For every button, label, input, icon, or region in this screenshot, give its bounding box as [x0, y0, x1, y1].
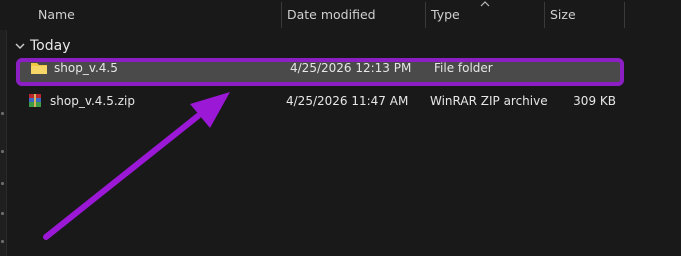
scroll-marker: [1, 212, 4, 215]
type-cell: File folder: [434, 61, 493, 75]
file-name: shop_v.4.5.zip: [50, 94, 135, 108]
sort-ascending-icon: [480, 1, 490, 7]
scroll-marker: [1, 112, 4, 115]
navigation-pane-edge[interactable]: [0, 0, 7, 256]
winrar-archive-icon: [29, 94, 41, 107]
scroll-marker: [1, 240, 4, 243]
column-header-size[interactable]: Size: [544, 0, 624, 30]
size-cell: 309 KB: [573, 94, 616, 108]
chevron-down-icon[interactable]: [14, 40, 26, 52]
type-cell: WinRAR ZIP archive: [430, 94, 548, 108]
name-cell[interactable]: shop_v.4.5.zip: [26, 87, 135, 115]
column-header-date-modified[interactable]: Date modified: [281, 0, 425, 30]
group-label: Today: [30, 38, 71, 54]
file-row-folder[interactable]: shop_v.4.5 4/25/2026 12:13 PM File folde…: [16, 58, 624, 86]
scroll-marker: [1, 182, 4, 185]
date-modified-cell: 4/25/2026 11:47 AM: [286, 94, 409, 108]
name-cell[interactable]: shop_v.4.5: [30, 58, 118, 78]
file-row-archive[interactable]: shop_v.4.5.zip 4/25/2026 11:47 AM WinRAR…: [16, 87, 624, 115]
folder-icon: [31, 63, 47, 74]
column-header-bar: Name Date modified Type Size: [0, 0, 681, 30]
file-explorer: Name Date modified Type Size Today shop_…: [0, 0, 681, 256]
group-header-today[interactable]: Today: [14, 36, 71, 56]
annotation-arrow: [43, 92, 230, 240]
size-cell: [550, 58, 620, 78]
scroll-marker: [1, 150, 4, 153]
file-name: shop_v.4.5: [54, 61, 118, 75]
date-modified-cell: 4/25/2026 12:13 PM: [290, 61, 412, 75]
column-divider[interactable]: [624, 2, 625, 28]
column-header-name[interactable]: Name: [32, 0, 282, 30]
